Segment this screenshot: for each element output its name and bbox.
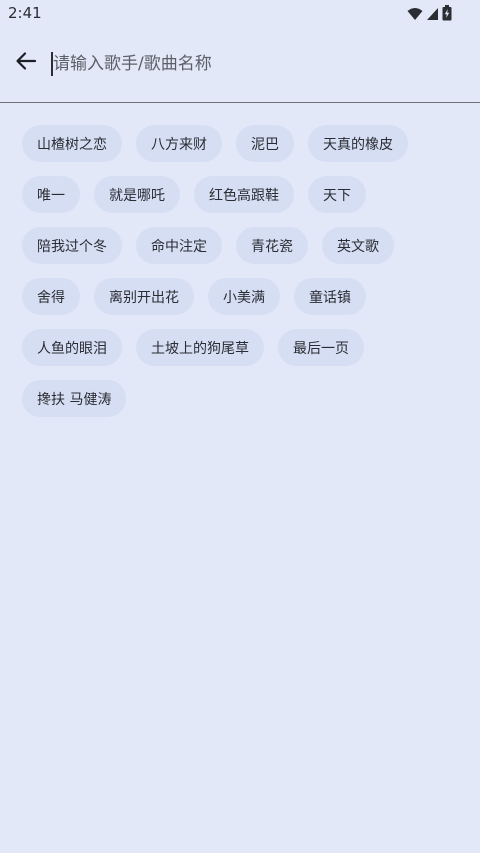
history-tag[interactable]: 搀扶 马健涛: [22, 380, 127, 417]
search-input[interactable]: [53, 48, 453, 80]
history-tag[interactable]: 山楂树之恋: [22, 125, 122, 162]
arrow-back-icon: [15, 50, 37, 76]
history-tag[interactable]: 八方来财: [136, 125, 222, 162]
history-tag[interactable]: 人鱼的眼泪: [22, 329, 122, 366]
history-tag[interactable]: 离别开出花: [94, 278, 194, 315]
history-tag[interactable]: 土坡上的狗尾草: [136, 329, 264, 366]
status-icons: [407, 5, 452, 25]
history-tag[interactable]: 舍得: [22, 278, 80, 315]
status-bar: 2:41: [0, 0, 480, 28]
back-button[interactable]: [8, 45, 44, 81]
search-history-tags: 山楂树之恋 八方来财 泥巴 天真的橡皮 唯一 就是哪吒 红色高跟鞋 天下 陪我过…: [22, 125, 462, 417]
status-time: 2:41: [8, 4, 42, 22]
wifi-icon: [407, 6, 423, 25]
history-tag[interactable]: 陪我过个冬: [22, 227, 122, 264]
history-tag[interactable]: 天下: [308, 176, 366, 213]
history-tag[interactable]: 红色高跟鞋: [194, 176, 294, 213]
history-tag[interactable]: 童话镇: [294, 278, 366, 315]
history-tag[interactable]: 命中注定: [136, 227, 222, 264]
history-tag[interactable]: 就是哪吒: [94, 176, 180, 213]
history-tag[interactable]: 泥巴: [236, 125, 294, 162]
cell-signal-icon: [426, 6, 439, 25]
history-tag[interactable]: 小美满: [208, 278, 280, 315]
history-tag[interactable]: 青花瓷: [236, 227, 308, 264]
search-bar: [0, 28, 480, 102]
history-tag[interactable]: 唯一: [22, 176, 80, 213]
battery-charging-icon: [442, 5, 452, 25]
history-tag[interactable]: 最后一页: [278, 329, 364, 366]
history-tag[interactable]: 英文歌: [322, 227, 394, 264]
search-divider: [0, 102, 480, 103]
history-tag[interactable]: 天真的橡皮: [308, 125, 408, 162]
